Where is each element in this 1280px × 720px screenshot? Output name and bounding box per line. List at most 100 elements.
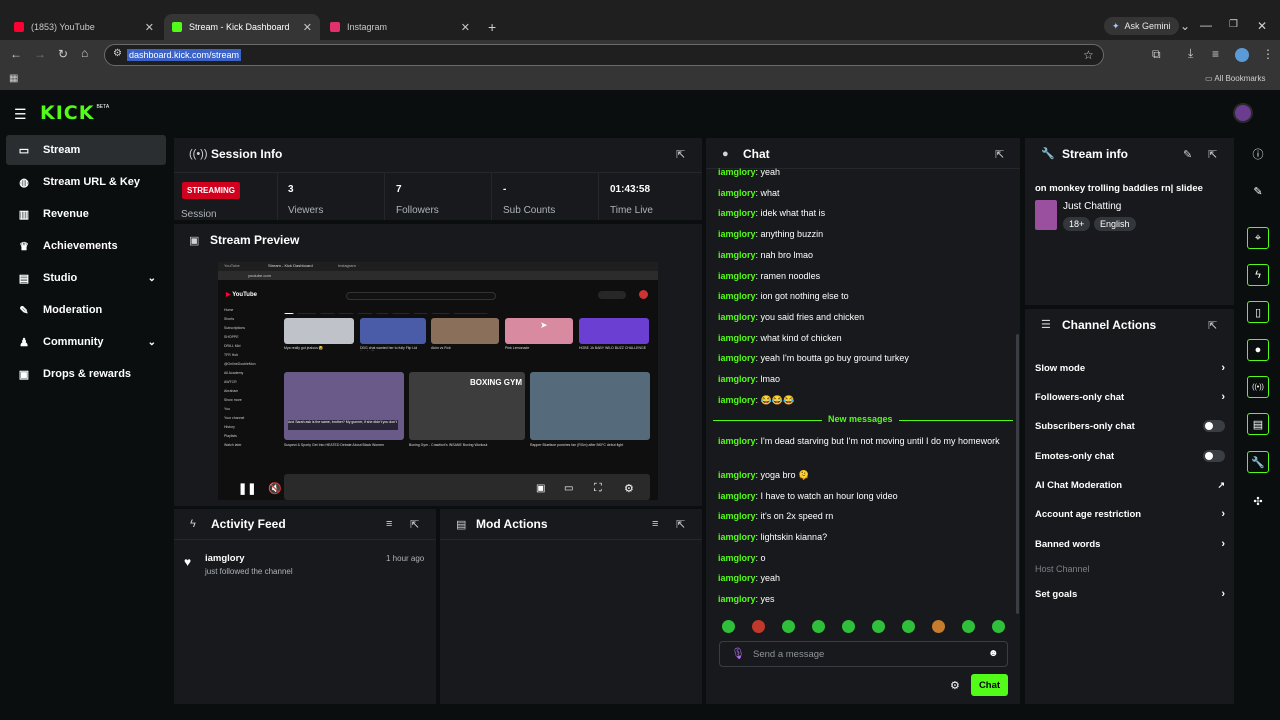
chat-username[interactable]: iamglory (718, 167, 756, 177)
popout-icon[interactable]: ⇱ (1208, 319, 1217, 332)
extensions-icon[interactable]: ⧉ (1152, 48, 1161, 60)
apps-grid-icon[interactable]: ▦ (9, 74, 18, 84)
filter-icon[interactable]: ≡ (386, 518, 392, 530)
chat-username[interactable]: iamglory (718, 511, 756, 521)
broadcast-icon[interactable]: ((•)) (1247, 376, 1269, 398)
chat-username[interactable]: iamglory (718, 291, 756, 301)
emote-icon[interactable] (902, 620, 915, 633)
sidebar-item-community[interactable]: ♟ Community ⌄ (6, 327, 166, 357)
chat-bubble-icon[interactable]: ● (1247, 339, 1269, 361)
slow-mode-row[interactable]: Slow mode › (1035, 358, 1225, 378)
settings-gear-icon[interactable]: ⚙ (624, 482, 634, 495)
emote-icon[interactable] (722, 620, 735, 633)
chat-username[interactable]: iamglory (718, 491, 756, 501)
chat-username[interactable]: iamglory (718, 229, 756, 239)
emote-icon[interactable] (932, 620, 945, 633)
minimize-icon[interactable]: — (1200, 19, 1212, 31)
bolt-icon[interactable]: ϟ (1247, 264, 1269, 286)
theater-icon[interactable]: ▭ (564, 483, 573, 494)
sidebar-item-achievements[interactable]: ♛ Achievements (6, 231, 166, 261)
chat-username[interactable]: iamglory (718, 395, 756, 405)
filter-icon[interactable]: ≡ (652, 518, 658, 530)
emote-icon[interactable] (782, 620, 795, 633)
wrench-icon[interactable]: 🔧 (1247, 451, 1269, 473)
info-icon[interactable]: ⓘ (1245, 141, 1271, 167)
emoji-picker-icon[interactable]: ☻ (988, 648, 999, 659)
chat-username[interactable]: iamglory (718, 312, 756, 322)
sidebar-item-revenue[interactable]: ▥ Revenue (6, 199, 166, 229)
profile-avatar[interactable] (1235, 48, 1249, 62)
note-icon[interactable]: ▯ (1247, 301, 1269, 323)
close-window-icon[interactable]: ✕ (1257, 20, 1267, 32)
followers-only-row[interactable]: Followers-only chat › (1035, 387, 1225, 407)
url-text[interactable]: dashboard.kick.com/stream (127, 49, 242, 61)
maximize-icon[interactable]: ❐ (1229, 20, 1238, 30)
ai-chat-moderation-row[interactable]: AI Chat Moderation ↗ (1035, 475, 1225, 495)
forward-icon[interactable]: → (34, 48, 46, 60)
address-bar[interactable]: ⚙ dashboard.kick.com/stream ☆ (104, 44, 1104, 66)
popout-icon[interactable]: ⇱ (676, 518, 685, 531)
pause-icon[interactable]: ❚❚ (238, 482, 256, 495)
site-info-icon[interactable]: ⚙ (113, 49, 122, 59)
stream-preview-video[interactable]: YouTube Stream - Kick Dashboard Instagra… (218, 262, 658, 500)
chat-username[interactable]: iamglory (718, 208, 756, 218)
all-bookmarks[interactable]: ▭ All Bookmarks (1205, 74, 1265, 83)
browser-tab-youtube[interactable]: (1853) YouTube ✕ (6, 14, 162, 40)
activity-user[interactable]: iamglory (205, 553, 245, 564)
tab-search-icon[interactable]: ⌄ (1180, 20, 1190, 32)
puzzle-icon[interactable]: ✣ (1245, 488, 1271, 514)
chat-send-button[interactable]: Chat (971, 674, 1008, 696)
emote-icon[interactable] (752, 620, 765, 633)
chat-scrollbar[interactable] (1016, 334, 1019, 614)
banned-words-row[interactable]: Banned words › (1035, 534, 1225, 554)
menu-kebab-icon[interactable]: ⋮ (1262, 48, 1274, 60)
chat-username[interactable]: iamglory (718, 532, 756, 542)
sidebar-item-stream[interactable]: ▭ Stream (6, 135, 166, 165)
emote-icon[interactable] (992, 620, 1005, 633)
category-name[interactable]: Just Chatting (1063, 201, 1121, 212)
popout-icon[interactable]: ⇱ (410, 518, 419, 531)
user-avatar[interactable] (1233, 103, 1253, 123)
chat-username[interactable]: iamglory (718, 353, 756, 363)
pip-icon[interactable]: ▣ (536, 483, 545, 494)
back-icon[interactable]: ← (10, 48, 22, 60)
set-goals-row[interactable]: Set goals › (1035, 584, 1225, 604)
sidebar-item-drops-rewards[interactable]: ▣ Drops & rewards (6, 359, 166, 389)
media-icon[interactable]: ≡ (1212, 48, 1219, 60)
mute-icon[interactable]: 🔇 (268, 482, 282, 495)
browser-tab-instagram[interactable]: Instagram ✕ (322, 14, 478, 40)
popout-icon[interactable]: ⇱ (995, 148, 1004, 161)
subscribers-only-toggle[interactable] (1203, 420, 1225, 432)
bookmark-star-icon[interactable]: ☆ (1083, 49, 1094, 61)
download-icon[interactable]: ⤓ (1188, 47, 1193, 59)
chat-username[interactable]: iamglory (718, 271, 756, 281)
microphone-icon[interactable]: 🎙 (731, 647, 745, 660)
emote-icon[interactable] (872, 620, 885, 633)
chat-username[interactable]: iamglory (718, 374, 756, 384)
chat-username[interactable]: iamglory (718, 553, 756, 563)
browser-tab-kick[interactable]: Stream - Kick Dashboard ✕ (164, 14, 320, 40)
ask-gemini-button[interactable]: ✦ Ask Gemini (1104, 17, 1179, 35)
clipboard-icon[interactable]: ▤ (1247, 413, 1269, 435)
account-age-row[interactable]: Account age restriction › (1035, 504, 1225, 524)
sidebar-item-studio[interactable]: ▤ Studio ⌄ (6, 263, 166, 293)
fullscreen-icon[interactable]: ⛶ (594, 482, 602, 495)
close-tab-icon[interactable]: ✕ (145, 21, 154, 34)
target-icon[interactable]: ⌖ (1247, 227, 1269, 249)
chat-settings-gear-icon[interactable]: ⚙ (950, 679, 960, 692)
emote-icon[interactable] (812, 620, 825, 633)
chat-username[interactable]: iamglory (718, 573, 756, 583)
chat-username[interactable]: iamglory (718, 333, 756, 343)
chat-username[interactable]: iamglory (718, 436, 756, 446)
emote-icon[interactable] (842, 620, 855, 633)
emote-icon[interactable] (962, 620, 975, 633)
reload-icon[interactable]: ↻ (58, 48, 68, 60)
pencil-icon[interactable]: ✎ (1183, 148, 1192, 161)
home-icon[interactable]: ⌂ (81, 47, 88, 59)
close-tab-icon[interactable]: ✕ (303, 21, 312, 34)
sidebar-item-stream-url-key[interactable]: ◍ Stream URL & Key (6, 167, 166, 197)
chat-username[interactable]: iamglory (718, 470, 756, 480)
kick-logo[interactable]: KICK BETA (40, 102, 109, 124)
close-tab-icon[interactable]: ✕ (461, 21, 470, 34)
popout-icon[interactable]: ⇱ (676, 148, 685, 161)
